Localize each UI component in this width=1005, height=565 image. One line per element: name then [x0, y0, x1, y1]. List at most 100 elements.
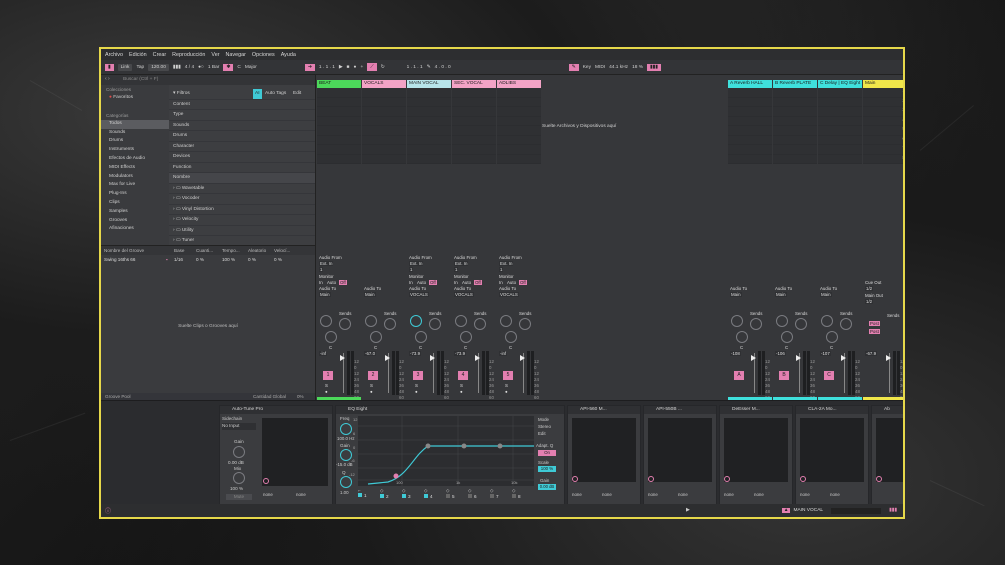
send-a-knob[interactable]	[320, 315, 332, 327]
track-title[interactable]: ADLIBS	[497, 80, 541, 88]
groove-row[interactable]: Swing 16ths 66 ▪ 1/16 0 % 100 % 0 % 0 %	[101, 255, 315, 264]
track-title[interactable]: Main	[863, 80, 903, 88]
audio-from-select[interactable]: Ext. In	[499, 261, 514, 266]
pan-knob[interactable]	[826, 331, 838, 343]
clip-slot[interactable]: 3	[863, 107, 903, 117]
clip-slot[interactable]	[497, 154, 541, 164]
clip-slot[interactable]	[728, 97, 772, 107]
menu-ayuda[interactable]: Ayuda	[281, 52, 296, 58]
solo-button[interactable]: S	[460, 383, 463, 388]
clip-slot[interactable]	[362, 116, 406, 126]
filter-type[interactable]: Type	[169, 110, 315, 121]
send-a-knob[interactable]	[821, 315, 833, 327]
monitor-in-button[interactable]: In	[319, 280, 323, 285]
sidebar-item-drums[interactable]: Drums	[101, 137, 169, 146]
result-vocoder[interactable]: › ▭ Vocoder	[169, 194, 315, 205]
meters-icon[interactable]: ▮▮▮	[647, 63, 661, 71]
main-out-select[interactable]: 1/2	[865, 299, 874, 304]
band-enable-icon[interactable]	[380, 494, 384, 498]
arm-button[interactable]: ●	[370, 389, 373, 394]
device-title[interactable]: Auto-Tune Pro	[220, 406, 332, 414]
send-a-knob[interactable]	[410, 315, 422, 327]
filter-function[interactable]: Function	[169, 163, 315, 173]
eq-band-selector[interactable]: ◇ 8	[512, 488, 532, 503]
clip-slot[interactable]	[497, 107, 541, 117]
input-select[interactable]: none	[263, 492, 273, 497]
back-icon[interactable]: ‹ ›	[105, 76, 110, 82]
clip-slot[interactable]	[728, 126, 772, 136]
pan-knob[interactable]	[736, 331, 748, 343]
clip-slot[interactable]	[317, 154, 361, 164]
eq-band-selector[interactable]: ◇ 7	[490, 488, 510, 503]
clip-slot[interactable]	[773, 126, 817, 136]
clip-slot[interactable]	[362, 126, 406, 136]
menu-reproduccion[interactable]: Reproducción	[172, 52, 205, 58]
routing-select[interactable]: none	[678, 492, 688, 497]
device-title[interactable]: EQ Eight	[336, 406, 564, 414]
band-enable-icon[interactable]	[446, 494, 450, 498]
metro-icon[interactable]: ▮▮▮	[173, 65, 181, 70]
result-utility[interactable]: › ▭ Utility	[169, 226, 315, 236]
volume-value[interactable]: -73.9	[409, 351, 422, 356]
arrangement-position[interactable]: 1 . 1 . 1	[319, 65, 335, 70]
clip-slot[interactable]	[728, 116, 772, 126]
fader-handle-icon[interactable]	[886, 355, 891, 361]
device-title[interactable]: API-560 M...	[568, 406, 640, 414]
solo-button[interactable]: S	[370, 383, 373, 388]
clip-slot[interactable]: 4	[863, 116, 903, 126]
audio-from-select[interactable]: Ext. In	[319, 261, 334, 266]
loop-length[interactable]: 4 . 0 . 0	[435, 65, 451, 70]
monitor-off-button[interactable]: Off	[339, 280, 347, 285]
volume-value[interactable]: -107	[820, 351, 831, 356]
device-title[interactable]: Ab	[872, 406, 903, 414]
clip-slot[interactable]	[497, 88, 541, 98]
clip-slot[interactable]	[452, 97, 496, 107]
sidebar-item-midi-effects[interactable]: MIDI Effects	[101, 164, 169, 173]
audio-to-select[interactable]: Main	[364, 292, 376, 297]
send-b-knob[interactable]	[474, 318, 486, 330]
link-button[interactable]: Link	[117, 63, 133, 71]
monitor-auto-button[interactable]: Auto	[462, 280, 471, 285]
quantization-select[interactable]: 1 Bar	[208, 65, 219, 70]
clip-slot[interactable]	[317, 107, 361, 117]
view-toggle-icon[interactable]: ▮	[105, 63, 114, 71]
arm-button[interactable]: ●	[325, 389, 328, 394]
loop-start[interactable]: 1 . 1 . 1	[407, 65, 423, 70]
track-activator-button[interactable]: 4	[458, 371, 468, 380]
output-gain-value[interactable]: 0.00 dB	[538, 484, 556, 490]
clip-slot[interactable]: 5	[863, 126, 903, 136]
eq-band-selector[interactable]: ◇ 5	[446, 488, 466, 503]
audio-to-select[interactable]: Main	[730, 292, 742, 297]
send-a-knob[interactable]	[776, 315, 788, 327]
band-enable-icon[interactable]	[512, 494, 516, 498]
device-title[interactable]: CLA-2A Mo...	[796, 406, 868, 414]
record-button[interactable]: ●	[354, 65, 357, 70]
band-enable-icon[interactable]	[490, 494, 494, 498]
sidebar-item-modulators[interactable]: Modulators	[101, 173, 169, 182]
clip-slot[interactable]	[497, 126, 541, 136]
volume-value[interactable]: -67.9	[865, 351, 878, 356]
clip-slot[interactable]	[818, 145, 862, 155]
clip-slot[interactable]	[773, 88, 817, 98]
send-b-knob[interactable]	[750, 318, 762, 330]
fader-handle-icon[interactable]	[796, 355, 801, 361]
menu-ver[interactable]: Ver	[211, 52, 219, 58]
track-activator-button[interactable]: 2	[368, 371, 378, 380]
clip-slot[interactable]	[362, 88, 406, 98]
groove-drop-zone[interactable]: Suelte Clips o Grooves aquí	[101, 324, 315, 329]
sidebar-item-sounds[interactable]: Sounds	[101, 129, 169, 138]
key-map-icon[interactable]: ✎	[568, 63, 579, 71]
eq-band-selector[interactable]: ◇ 6	[468, 488, 488, 503]
q-knob[interactable]	[340, 476, 352, 488]
send-a-knob[interactable]	[500, 315, 512, 327]
pan-knob[interactable]	[460, 331, 472, 343]
send-b-knob[interactable]	[384, 318, 396, 330]
menu-navegar[interactable]: Navegar	[226, 52, 246, 58]
mix-knob[interactable]	[233, 472, 245, 484]
clip-slot[interactable]	[773, 145, 817, 155]
clip-slot[interactable]	[317, 135, 361, 145]
clip-slot[interactable]	[317, 116, 361, 126]
clip-slot[interactable]	[407, 88, 451, 98]
send-b-knob[interactable]	[429, 318, 441, 330]
clip-slot[interactable]: 2	[863, 97, 903, 107]
